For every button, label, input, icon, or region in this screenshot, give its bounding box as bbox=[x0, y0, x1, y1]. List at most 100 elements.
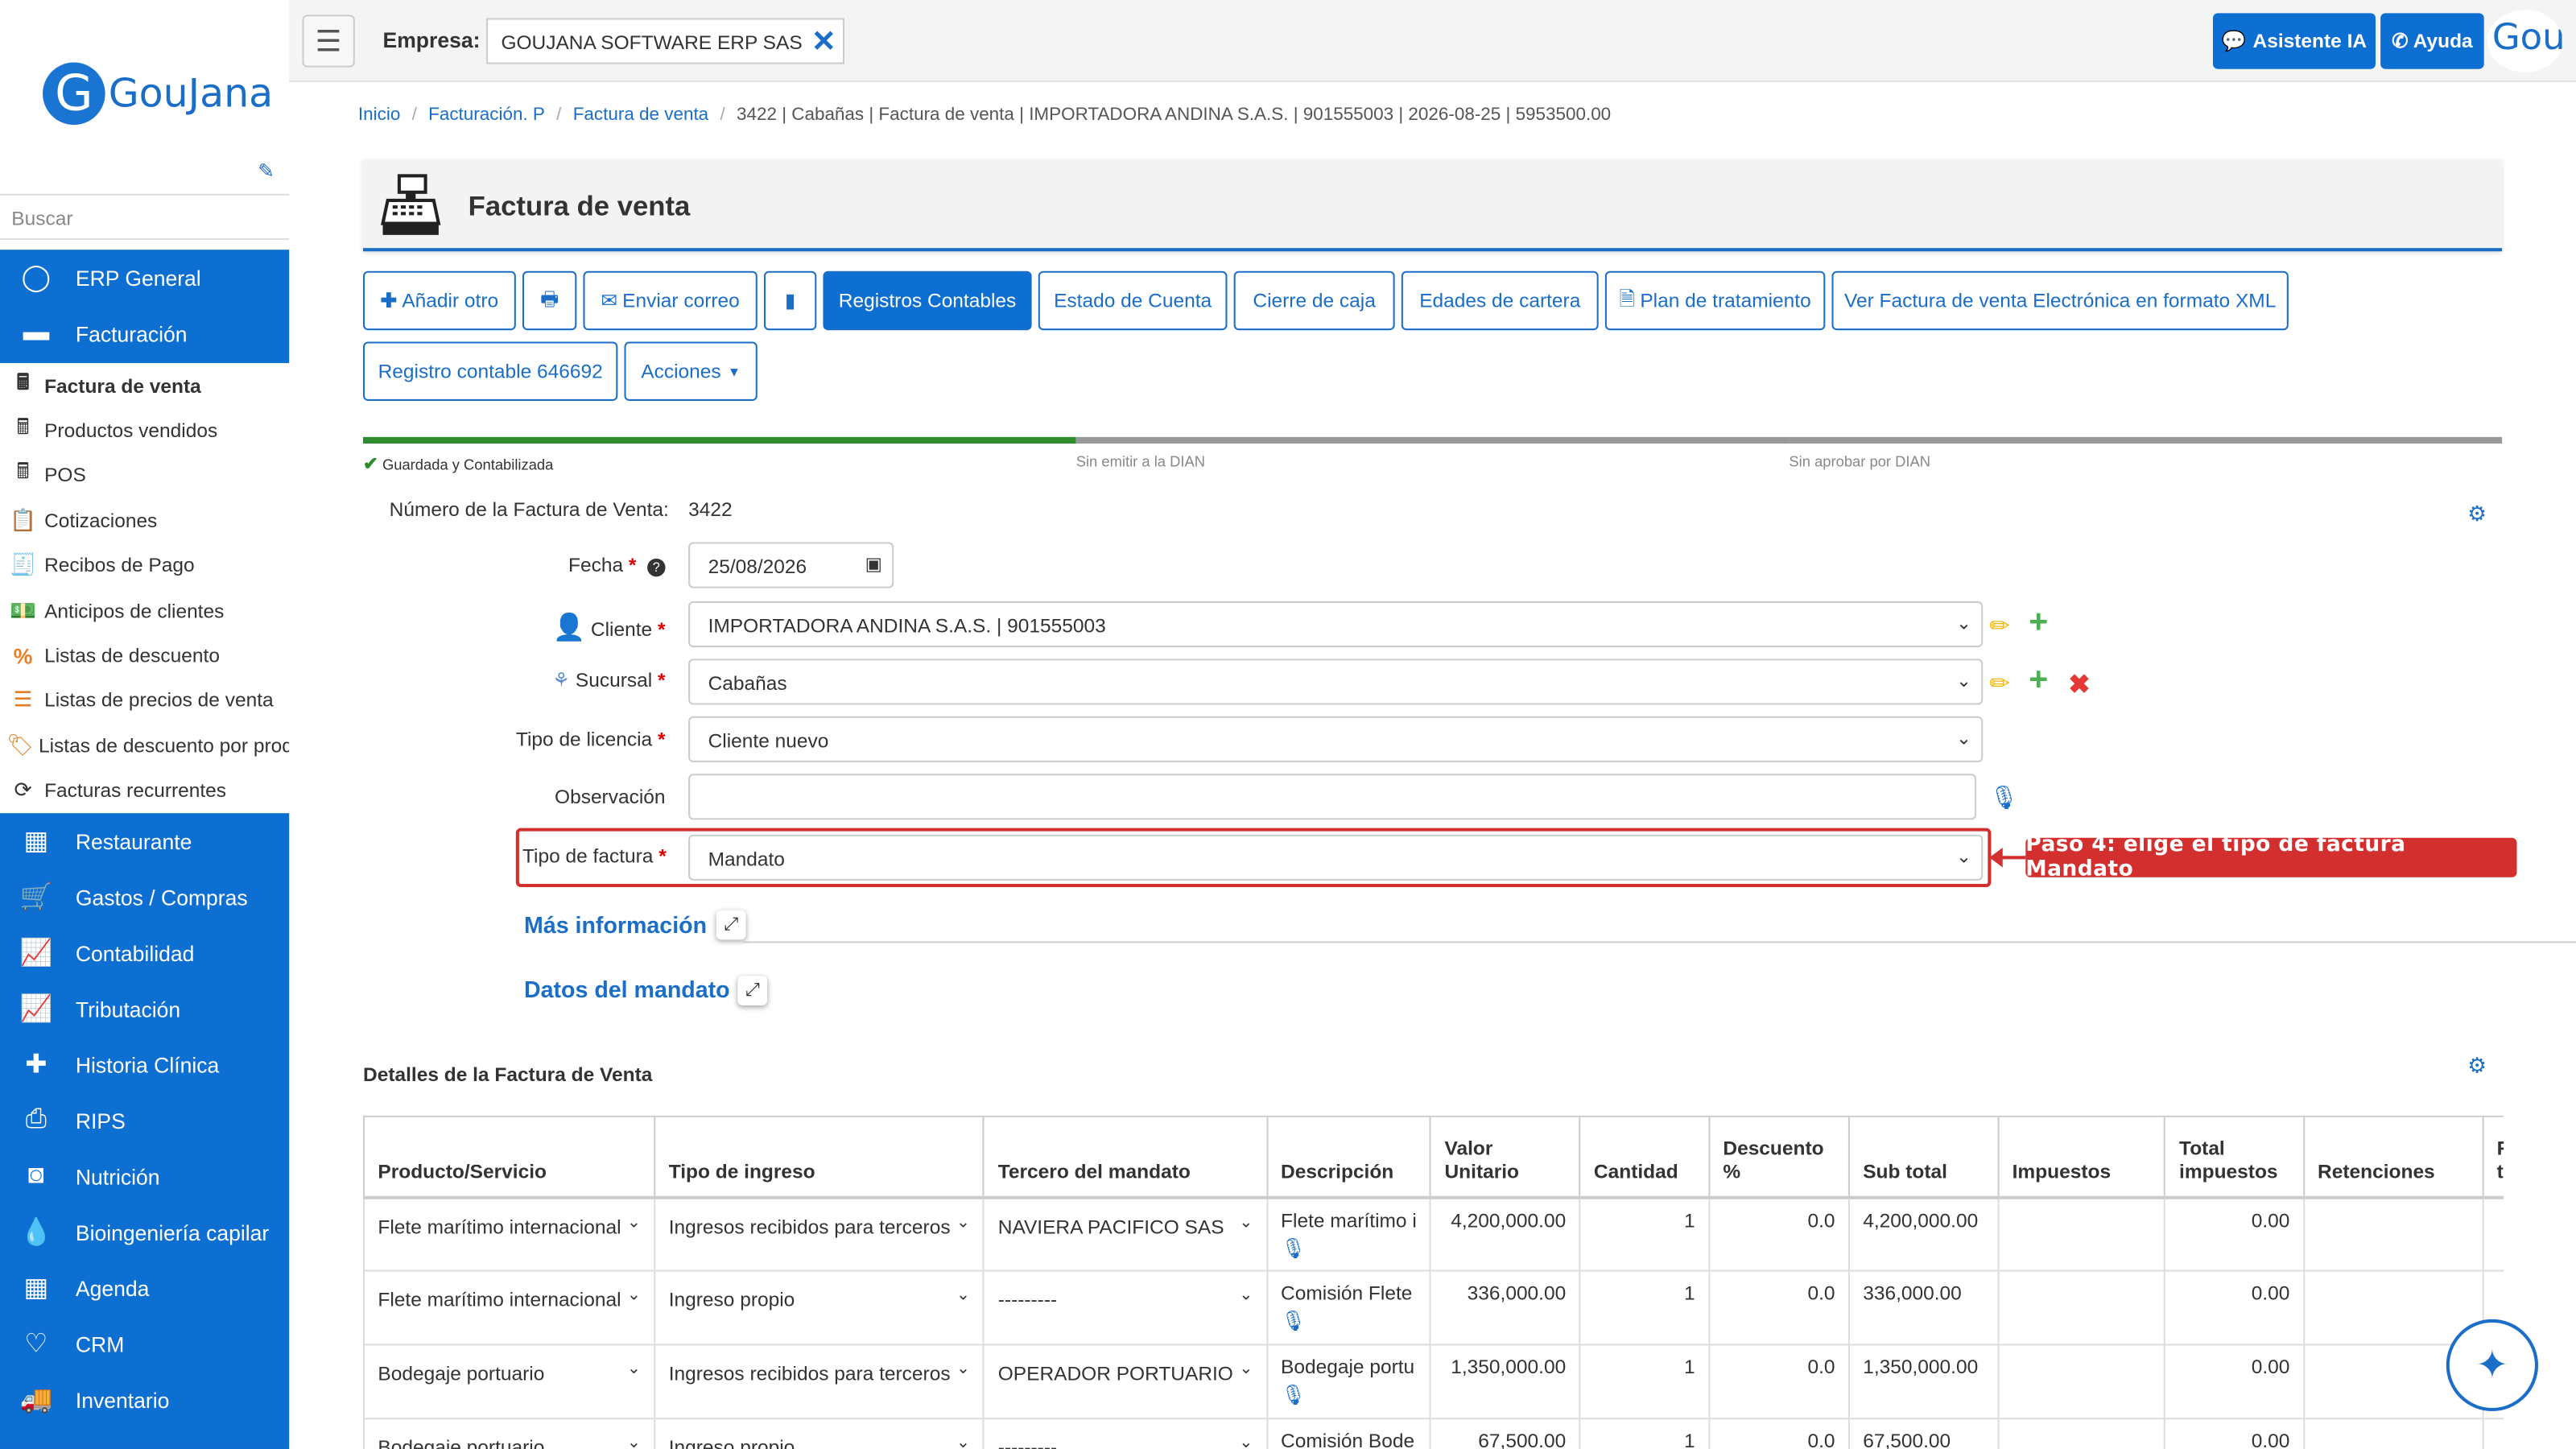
sidebar-subitem-listas-precios[interactable]: ☰ Listas de precios de venta bbox=[0, 678, 289, 723]
sidebar-subitem-recibos-pago[interactable]: 🧾 Recibos de Pago bbox=[0, 543, 289, 588]
impuestos-cell[interactable] bbox=[1997, 1195, 2166, 1272]
add-other-button[interactable]: ✚ Añadir otro bbox=[363, 270, 516, 331]
producto-cell[interactable]: Flete marítimo internacional ⌄ bbox=[363, 1269, 656, 1346]
valor-unitario-cell[interactable]: 336,000.00 bbox=[1430, 1269, 1581, 1346]
valor-unitario-cell[interactable]: 1,350,000.00 bbox=[1430, 1344, 1581, 1420]
cierre-caja-button[interactable]: Cierre de caja bbox=[1233, 270, 1395, 331]
sidebar-subitem-pos[interactable]: 🖩 POS bbox=[0, 453, 289, 498]
microphone-icon[interactable]: 🎙 bbox=[1989, 783, 2018, 811]
goujana-logo[interactable]: G GouJana bbox=[43, 62, 273, 126]
cliente-select[interactable]: IMPORTADORA ANDINA S.A.S. | 901555003 ⌄ bbox=[688, 601, 1984, 648]
sidebar-subitem-productos-vendidos[interactable]: 🖩 Productos vendidos bbox=[0, 408, 289, 453]
tipo-ingreso-select[interactable]: Ingreso propio ⌄ bbox=[669, 1282, 970, 1311]
producto-cell[interactable]: Bodegaje portuario ⌄ bbox=[363, 1418, 656, 1449]
ayuda-button[interactable]: ✆ Ayuda bbox=[2380, 13, 2484, 69]
ai-assistant-fab[interactable]: ✦ bbox=[2446, 1319, 2539, 1412]
cantidad-cell[interactable]: 1 bbox=[1579, 1195, 1711, 1272]
tipo-ingreso-cell[interactable]: Ingreso propio ⌄ bbox=[654, 1269, 985, 1346]
edit-menu-icon[interactable]: ✎ bbox=[258, 159, 275, 183]
column-header[interactable]: Producto/Servicio bbox=[363, 1115, 656, 1199]
send-email-button[interactable]: ✉ Enviar correo bbox=[583, 270, 758, 331]
sidebar-subitem-cotizaciones[interactable]: 📋 Cotizaciones bbox=[0, 498, 289, 543]
tipo-ingreso-cell[interactable]: Ingreso propio ⌄ bbox=[654, 1418, 985, 1449]
column-header[interactable]: Tercero del mandato bbox=[983, 1115, 1268, 1199]
tipo-licencia-select[interactable]: Cliente nuevo ⌄ bbox=[688, 716, 1984, 762]
edades-cartera-button[interactable]: Edades de cartera bbox=[1401, 270, 1599, 331]
settings-gear-icon[interactable]: ⚙ bbox=[2467, 1053, 2487, 1080]
expand-icon[interactable]: ⤢ bbox=[737, 976, 768, 1005]
tercero-mandato-select[interactable]: --------- ⌄ bbox=[998, 1282, 1253, 1311]
tipo-factura-select[interactable]: Mandato ⌄ bbox=[688, 834, 1984, 881]
registros-contables-button[interactable]: Registros Contables bbox=[823, 270, 1032, 331]
sidebar-subitem-anticipos[interactable]: 💵 Anticipos de clientes bbox=[0, 588, 289, 634]
sidebar-item-inventario[interactable]: 🚚 Inventario bbox=[0, 1372, 289, 1427]
column-header[interactable]: Tipo de ingreso bbox=[654, 1115, 985, 1199]
sidebar-item-nutricion[interactable]: ◙ Nutrición bbox=[0, 1149, 289, 1204]
sidebar-search-input[interactable]: Buscar bbox=[0, 193, 290, 240]
sidebar-item-crm[interactable]: ♡ CRM bbox=[0, 1316, 289, 1372]
sidebar-item-contabilidad[interactable]: 📈 Contabilidad bbox=[0, 925, 289, 980]
producto-select[interactable]: Flete marítimo internacional ⌄ bbox=[378, 1282, 641, 1311]
breadcrumb-facturacion[interactable]: Facturación. P bbox=[428, 105, 545, 125]
plan-tratamiento-button[interactable]: 🗎 Plan de tratamiento bbox=[1604, 270, 1826, 331]
producto-cell[interactable]: Flete marítimo internacional ⌄ bbox=[363, 1195, 656, 1272]
descuento-cell[interactable]: 0.0 bbox=[1708, 1269, 1850, 1346]
descuento-cell[interactable]: 0.0 bbox=[1708, 1344, 1850, 1420]
sidebar-subitem-factura-venta[interactable]: 🖩 Factura de venta bbox=[0, 363, 289, 408]
column-header[interactable]: Descuento % bbox=[1708, 1115, 1850, 1199]
book-button[interactable]: ▮ bbox=[763, 270, 817, 331]
tercero-mandato-cell[interactable]: --------- ⌄ bbox=[983, 1418, 1268, 1449]
column-header[interactable]: Valor Unitario bbox=[1430, 1115, 1581, 1199]
tercero-mandato-select[interactable]: OPERADOR PORTUARIO ⌄ bbox=[998, 1356, 1253, 1385]
tercero-mandato-select[interactable]: --------- ⌄ bbox=[998, 1429, 1253, 1449]
tercero-mandato-cell[interactable]: NAVIERA PACIFICO SAS ⌄ bbox=[983, 1195, 1268, 1272]
valor-unitario-cell[interactable]: 67,500.00 bbox=[1430, 1418, 1581, 1449]
descripcion-cell[interactable]: Flete marítimo i 🎙 bbox=[1265, 1195, 1432, 1272]
column-header[interactable]: Cantidad bbox=[1579, 1115, 1711, 1199]
add-cliente-icon[interactable]: + bbox=[2029, 605, 2048, 642]
clear-empresa-icon[interactable]: ✕ bbox=[811, 25, 836, 60]
microphone-icon[interactable]: 🎙 bbox=[1281, 1383, 1417, 1406]
cantidad-cell[interactable]: 1 bbox=[1579, 1344, 1711, 1420]
fecha-input[interactable]: 25/08/2026 ▣ bbox=[688, 542, 894, 588]
tipo-ingreso-cell[interactable]: Ingresos recibidos para terceros ⌄ bbox=[654, 1195, 985, 1272]
tipo-ingreso-select[interactable]: Ingreso propio ⌄ bbox=[669, 1429, 970, 1449]
sidebar-item-tributacion[interactable]: 📈 Tributación bbox=[0, 980, 289, 1036]
descripcion-cell[interactable]: Comisión Bode bbox=[1265, 1418, 1432, 1449]
avatar[interactable]: Gou bbox=[2487, 10, 2563, 72]
cantidad-cell[interactable]: 1 bbox=[1579, 1418, 1711, 1449]
tipo-ingreso-select[interactable]: Ingresos recibidos para terceros ⌄ bbox=[669, 1356, 970, 1385]
settings-gear-icon[interactable]: ⚙ bbox=[2467, 501, 2487, 527]
expand-icon[interactable]: ⤢ bbox=[716, 910, 746, 940]
tercero-mandato-select[interactable]: NAVIERA PACIFICO SAS ⌄ bbox=[998, 1208, 1253, 1238]
descuento-cell[interactable]: 0.0 bbox=[1708, 1418, 1850, 1449]
edit-cliente-icon[interactable]: ✏ bbox=[1989, 611, 2010, 641]
descripcion-cell[interactable]: Comisión Flete 🎙 bbox=[1265, 1269, 1432, 1346]
print-button[interactable]: 🖶 bbox=[522, 270, 577, 331]
tercero-mandato-cell[interactable]: OPERADOR PORTUARIO ⌄ bbox=[983, 1344, 1268, 1420]
delete-sucursal-icon[interactable]: ✖ bbox=[2068, 669, 2090, 702]
edit-sucursal-icon[interactable]: ✏ bbox=[1989, 669, 2010, 699]
column-header[interactable]: Impuestos bbox=[1997, 1115, 2166, 1199]
asistente-ia-button[interactable]: 💬 Asistente IA bbox=[2212, 13, 2376, 69]
estado-cuenta-button[interactable]: Estado de Cuenta bbox=[1038, 270, 1228, 331]
column-header[interactable]: Retenciones bbox=[2302, 1115, 2484, 1199]
retenciones-cell[interactable] bbox=[2302, 1195, 2484, 1272]
column-header[interactable]: Sub total bbox=[1847, 1115, 2000, 1199]
sidebar-item-erp-general[interactable]: ◯ ERP General bbox=[0, 250, 289, 305]
mas-informacion-link[interactable]: Más información bbox=[524, 912, 707, 939]
impuestos-cell[interactable] bbox=[1997, 1418, 2166, 1449]
impuestos-cell[interactable] bbox=[1997, 1269, 2166, 1346]
column-header[interactable]: Total impuestos bbox=[2164, 1115, 2305, 1199]
tercero-mandato-cell[interactable]: --------- ⌄ bbox=[983, 1269, 1268, 1346]
column-header[interactable]: Descripción bbox=[1265, 1115, 1432, 1199]
producto-select[interactable]: Flete marítimo internacional ⌄ bbox=[378, 1208, 641, 1238]
calendar-icon[interactable]: ▣ bbox=[865, 554, 882, 575]
help-icon[interactable]: ? bbox=[647, 558, 666, 577]
breadcrumb-factura-venta[interactable]: Factura de venta bbox=[573, 105, 708, 125]
tipo-ingreso-select[interactable]: Ingresos recibidos para terceros ⌄ bbox=[669, 1208, 970, 1238]
valor-unitario-cell[interactable]: 4,200,000.00 bbox=[1430, 1195, 1581, 1272]
descuento-cell[interactable]: 0.0 bbox=[1708, 1195, 1850, 1272]
descripcion-cell[interactable]: Bodegaje portu 🎙 bbox=[1265, 1344, 1432, 1420]
sidebar-item-agenda[interactable]: ▦ Agenda bbox=[0, 1260, 289, 1315]
